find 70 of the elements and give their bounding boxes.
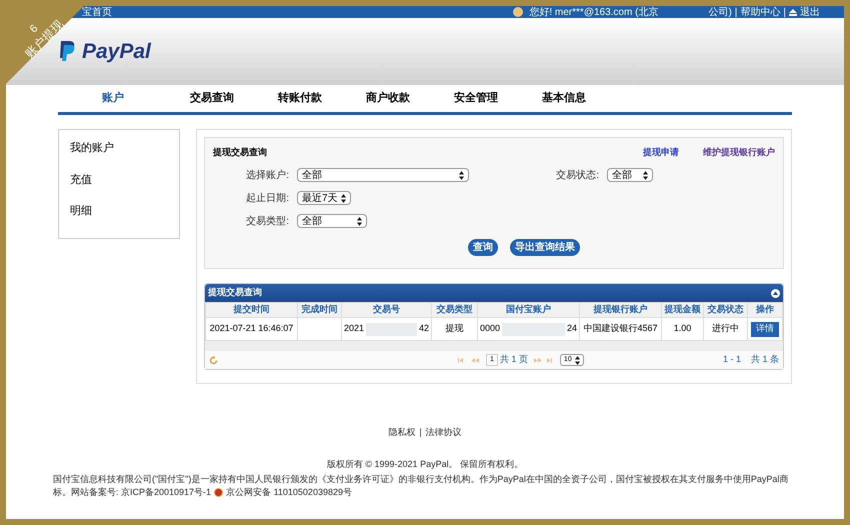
first-page-icon[interactable] [458, 358, 466, 362]
nav-tab[interactable]: 商户收款 [366, 90, 454, 107]
copyright-text: 版权所有 © 1999-2021 PayPal。 保留所有权利。 [326, 458, 524, 471]
field-label: 起止日期: [245, 192, 290, 206]
field-label: 交易状态: [555, 168, 600, 182]
police-badge-icon [214, 488, 224, 497]
column-header: 交易类型 [432, 302, 478, 318]
license-notice: 标。网站备案号: 京ICP备20010917号-1 [53, 486, 212, 499]
separator-text: | [419, 426, 422, 439]
nav-tab[interactable]: 交易查询 [190, 90, 278, 107]
updown-caret-icon [341, 194, 346, 202]
masked-number-start: 2021 [344, 322, 364, 336]
masked-number-end: 42 [418, 322, 429, 336]
last-page-icon[interactable] [546, 358, 555, 362]
footer-link[interactable]: 隐私权 [388, 426, 416, 440]
sidebar-item[interactable]: 明细 [70, 203, 179, 220]
nav-tab[interactable]: 安全管理 [454, 90, 542, 107]
results-title: 提现交易查询 [208, 286, 263, 300]
sidebar-item[interactable]: 我的账户 [70, 140, 179, 156]
column-header: 提交时间 [206, 302, 298, 318]
separator-text: | [734, 6, 738, 20]
top-link[interactable]: 退出 [800, 6, 820, 20]
police-record-text: 京公网安备 11010502039829号 [226, 486, 352, 499]
sidebar-item[interactable]: 充值 [70, 172, 179, 188]
updown-caret-icon [459, 170, 464, 180]
field-label: 交易类型: [245, 214, 290, 228]
eject-icon [789, 8, 797, 16]
ribbon-number: 6 [26, 22, 42, 36]
column-header: 提现银行账户 [580, 302, 662, 318]
column-header: 交易状态 [704, 302, 748, 318]
prev-page-icon[interactable] [471, 358, 479, 362]
page-count: 共 1 页 [500, 353, 528, 366]
record-total: 共 1 条 [750, 353, 779, 366]
select-dropdown[interactable]: 全部 [297, 214, 367, 228]
query-button[interactable]: 导出查询结果 [510, 238, 580, 256]
collapse-icon[interactable] [771, 288, 780, 298]
column-header: 操作 [748, 302, 782, 318]
select-dropdown[interactable]: 最近7天 [297, 191, 351, 205]
panel-link[interactable]: 提现申请 [643, 146, 679, 160]
column-header: 提现金额 [662, 302, 704, 318]
footer-link[interactable]: 法律协议 [426, 426, 462, 440]
masked-number-start: 0000 [480, 322, 500, 336]
user-icon [513, 7, 524, 17]
next-page-icon[interactable] [534, 358, 542, 362]
greeting-text: 公司) [708, 6, 732, 20]
license-notice: 国付宝信息科技有限公司("国付宝")是一家持有中国人民银行颁发的《支付业务许可证》的非银行支付机构。作为PayPal在中国的全资子公司，国付宝被授权在其支付服务中使用PayPal商 [53, 473, 790, 486]
greeting-text: 您好! mer***@163.com (北京 [529, 6, 658, 20]
updown-caret-icon [357, 216, 362, 226]
masked-number-end: 24 [566, 322, 577, 336]
column-header: 国付宝账户 [478, 302, 580, 318]
top-link[interactable]: 帮助中心 [740, 6, 780, 20]
nav-tab[interactable]: 转账付款 [278, 90, 366, 107]
home-link[interactable]: 宝首页 [82, 6, 112, 20]
nav-tab[interactable]: 账户 [102, 90, 190, 107]
separator-text: | [783, 6, 786, 20]
refresh-icon[interactable] [209, 356, 218, 364]
detail-button[interactable]: 详情 [751, 322, 779, 336]
panel-title: 提现交易查询 [213, 146, 268, 159]
query-button[interactable]: 查询 [468, 238, 498, 256]
panel-link[interactable]: 维护提现银行账户 [703, 146, 775, 160]
record-range: 1 - 1 [722, 353, 741, 366]
paypal-logo: PayPal [58, 36, 151, 68]
select-dropdown[interactable]: 全部 [297, 168, 469, 182]
column-header: 交易号 [342, 302, 432, 318]
select-dropdown[interactable]: 全部 [607, 168, 653, 182]
field-label: 选择账户: [245, 168, 290, 182]
nav-tab[interactable]: 基本信息 [542, 90, 630, 107]
updown-caret-icon [643, 170, 648, 180]
column-header: 完成时间 [298, 302, 342, 318]
updown-caret-icon [574, 356, 580, 364]
